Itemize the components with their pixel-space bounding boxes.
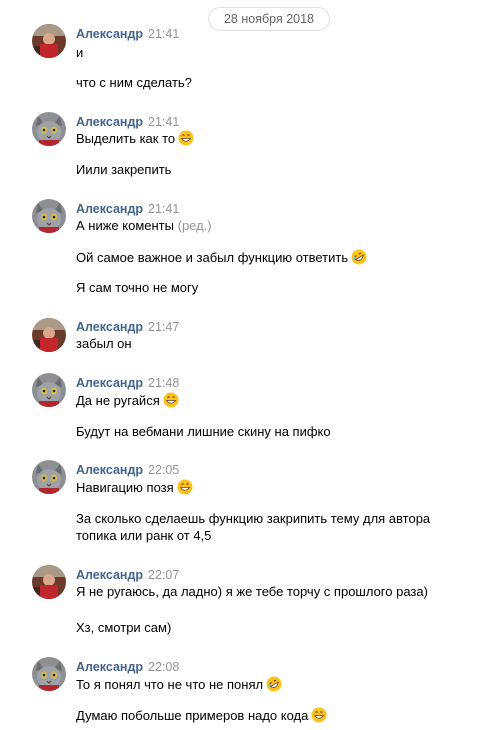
message-header: Александр 22:08 bbox=[76, 659, 179, 674]
date-separator: 28 ноября 2018 bbox=[208, 7, 330, 31]
message-text: Я сам точно не могу bbox=[76, 280, 199, 295]
rofl-emoji-icon bbox=[351, 249, 367, 265]
message-text: То я понял что не что не понял bbox=[76, 676, 282, 692]
avatar[interactable] bbox=[32, 565, 66, 599]
message-text: забыл он bbox=[76, 336, 132, 351]
avatar[interactable] bbox=[32, 460, 66, 494]
author-name[interactable]: Александр bbox=[76, 463, 143, 477]
message-text: Да не ругайся bbox=[76, 392, 179, 408]
author-name[interactable]: Александр bbox=[76, 376, 143, 390]
message-text: Выделить как то bbox=[76, 130, 194, 146]
grin-emoji-icon bbox=[177, 479, 193, 495]
avatar[interactable] bbox=[32, 199, 66, 233]
avatar[interactable] bbox=[32, 373, 66, 407]
message-text: и bbox=[76, 45, 84, 60]
rofl-emoji-icon bbox=[266, 676, 282, 692]
author-name[interactable]: Александр bbox=[76, 27, 143, 41]
message-text: Ой самое важное и забыл функцию ответить bbox=[76, 249, 367, 265]
message-header: Александр 21:48 bbox=[76, 375, 179, 390]
grin-emoji-icon bbox=[311, 707, 327, 723]
message-time[interactable]: 21:41 bbox=[148, 27, 179, 41]
message-text: Будут на вебмани лишние скину на пифко bbox=[76, 424, 331, 439]
message-text: топика или ранк от 4,5 bbox=[76, 528, 212, 543]
message-time[interactable]: 22:07 bbox=[148, 568, 179, 582]
message-text: За сколько сделаешь функцию закрипить те… bbox=[76, 511, 431, 526]
message-text: что с ним сделать? bbox=[76, 75, 192, 90]
message-header: Александр 21:41 bbox=[76, 26, 179, 41]
message-text: Хз, смотри сам) bbox=[76, 620, 172, 635]
grin-emoji-icon bbox=[163, 392, 179, 408]
grin-emoji-icon bbox=[178, 130, 194, 146]
author-name[interactable]: Александр bbox=[76, 202, 143, 216]
author-name[interactable]: Александр bbox=[76, 660, 143, 674]
message-time[interactable]: 22:05 bbox=[148, 463, 179, 477]
message-text: Думаю побольше примеров надо кода bbox=[76, 707, 327, 723]
avatar[interactable] bbox=[32, 112, 66, 146]
avatar[interactable] bbox=[32, 318, 66, 352]
message-time[interactable]: 21:48 bbox=[148, 376, 179, 390]
message-time[interactable]: 21:41 bbox=[148, 115, 179, 129]
avatar[interactable] bbox=[32, 657, 66, 691]
message-header: Александр 21:41 bbox=[76, 114, 179, 129]
message-text: Иили закрепить bbox=[76, 162, 172, 177]
avatar[interactable] bbox=[32, 24, 66, 58]
author-name[interactable]: Александр bbox=[76, 568, 143, 582]
message-time[interactable]: 22:08 bbox=[148, 660, 179, 674]
message-time[interactable]: 21:41 bbox=[148, 202, 179, 216]
author-name[interactable]: Александр bbox=[76, 115, 143, 129]
message-header: Александр 21:41 bbox=[76, 201, 179, 216]
message-header: Александр 22:05 bbox=[76, 462, 179, 477]
author-name[interactable]: Александр bbox=[76, 320, 143, 334]
message-time[interactable]: 21:47 bbox=[148, 320, 179, 334]
message-header: Александр 22:07 bbox=[76, 567, 179, 582]
message-text: Я не ругаюсь, да ладно) я же тебе торчу … bbox=[76, 584, 428, 599]
message-text: А ниже коменты (ред.) bbox=[76, 218, 212, 233]
message-text: Навигацию позя bbox=[76, 479, 193, 495]
edited-label[interactable]: (ред.) bbox=[178, 218, 212, 233]
message-header: Александр 21:47 bbox=[76, 319, 179, 334]
